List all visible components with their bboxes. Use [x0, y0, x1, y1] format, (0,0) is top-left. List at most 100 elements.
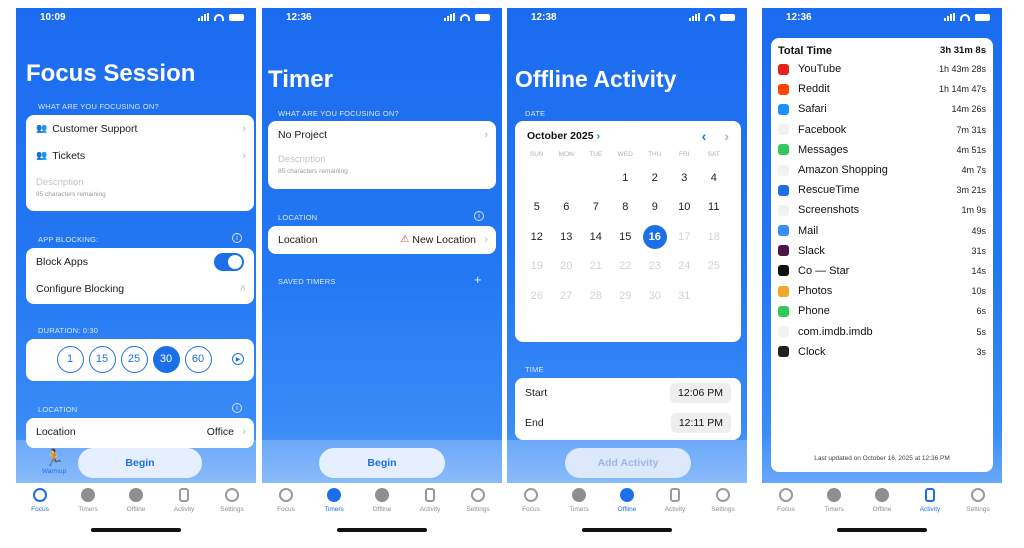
app-usage-row[interactable]: Safari 14m 26s: [771, 99, 993, 119]
app-usage-row[interactable]: Facebook 7m 31s: [771, 120, 993, 140]
prev-month-icon[interactable]: ‹: [702, 128, 707, 144]
tab-settings[interactable]: Settings: [703, 488, 743, 538]
chevron-right-icon: ›: [596, 130, 601, 142]
duration-option-selected[interactable]: 30: [152, 345, 180, 373]
next-month-icon[interactable]: ›: [724, 128, 729, 144]
month-label[interactable]: October 2025: [527, 130, 594, 142]
begin-button[interactable]: Begin: [78, 448, 202, 478]
tab-settings[interactable]: Settings: [458, 488, 498, 538]
app-icon: [778, 144, 789, 156]
calendar-day[interactable]: 8: [611, 193, 641, 223]
calendar-day[interactable]: 22: [611, 252, 641, 282]
app-usage-row[interactable]: Messages 4m 51s: [771, 140, 993, 160]
begin-button[interactable]: Begin: [319, 448, 445, 478]
tab-focus[interactable]: Focus: [266, 488, 306, 538]
calendar-day[interactable]: 20: [552, 252, 582, 282]
project-label: No Project: [278, 128, 328, 141]
timer-icon: [827, 488, 841, 502]
warmup-button[interactable]: 🏃 Warmup: [36, 448, 72, 475]
calendar-day[interactable]: 9: [640, 193, 670, 223]
tab-label: Focus: [277, 506, 295, 513]
project-row-customer-support[interactable]: 👥 Customer Support ›: [26, 115, 254, 142]
project-label: Customer Support: [52, 122, 138, 135]
tab-label: Focus: [777, 506, 795, 513]
duration-option[interactable]: 15: [88, 345, 116, 373]
calendar-day[interactable]: 17: [670, 222, 700, 252]
calendar-day[interactable]: 27: [552, 281, 582, 311]
calendar-day[interactable]: 2: [640, 163, 670, 193]
block-apps-toggle[interactable]: [214, 252, 244, 271]
app-time: 1m 9s: [961, 205, 986, 216]
project-row-tickets[interactable]: 👥 Tickets ›: [26, 142, 254, 169]
app-usage-row[interactable]: Amazon Shopping 4m 7s: [771, 160, 993, 180]
app-usage-row[interactable]: YouTube 1h 43m 28s: [771, 59, 993, 79]
calendar-grid: SUN MON TUE WED THU FRI SAT 1 2 3 4 5 6 7 8 9 10 11 12 13 14…: [515, 151, 741, 311]
info-icon[interactable]: i: [232, 233, 242, 243]
calendar-day[interactable]: 31: [670, 281, 700, 311]
calendar-day[interactable]: 1: [611, 163, 641, 193]
app-usage-row[interactable]: com.imdb.imdb 5s: [771, 321, 993, 341]
tab-focus[interactable]: Focus: [20, 488, 60, 538]
info-icon[interactable]: i: [474, 211, 484, 221]
description-input[interactable]: Description: [36, 177, 244, 188]
calendar-day[interactable]: 29: [611, 281, 641, 311]
tab-settings[interactable]: Settings: [212, 488, 252, 538]
project-row[interactable]: No Project ›: [268, 121, 496, 148]
end-time-picker[interactable]: 12:11 PM: [670, 413, 731, 433]
status-time: 10:09: [40, 12, 66, 23]
calendar-day[interactable]: 26: [522, 281, 552, 311]
calendar-day[interactable]: 3: [670, 163, 700, 193]
calendar-day[interactable]: 12: [522, 222, 552, 252]
day-number: 27: [560, 289, 573, 302]
app-usage-row[interactable]: Phone 6s: [771, 301, 993, 321]
end-label: End: [525, 417, 544, 429]
start-label: Start: [525, 387, 548, 399]
calendar-day[interactable]: 24: [670, 252, 700, 282]
duration-option[interactable]: 60: [184, 345, 212, 373]
calendar-day[interactable]: 13: [552, 222, 582, 252]
tab-focus[interactable]: Focus: [511, 488, 551, 538]
configure-blocking-row[interactable]: Configure Blocking ˄: [26, 275, 254, 302]
status-bar: 12:36: [262, 12, 502, 26]
calendar-day[interactable]: 30: [640, 281, 670, 311]
app-name: Amazon Shopping: [798, 164, 888, 177]
focus-section-label: WHAT ARE YOU FOCUSING ON?: [278, 109, 399, 118]
calendar-day[interactable]: 11: [699, 193, 729, 223]
app-usage-row[interactable]: Screenshots 1m 9s: [771, 200, 993, 220]
calendar-day[interactable]: 10: [670, 193, 700, 223]
info-icon[interactable]: i: [232, 403, 242, 413]
calendar-day[interactable]: 15: [611, 222, 641, 252]
location-row[interactable]: Location ⚠ New Location ›: [268, 226, 496, 253]
app-icon: [778, 245, 789, 257]
calendar-day[interactable]: 16: [640, 222, 670, 252]
tab-label: Focus: [522, 506, 540, 513]
duration-option[interactable]: 1: [56, 345, 84, 373]
play-icon[interactable]: ▶: [232, 353, 244, 365]
calendar-day[interactable]: 21: [581, 252, 611, 282]
description-input[interactable]: Description: [278, 154, 486, 165]
calendar-day[interactable]: 6: [552, 193, 582, 223]
calendar-day[interactable]: 28: [581, 281, 611, 311]
app-usage-row[interactable]: Reddit 1h 14m 47s: [771, 79, 993, 99]
calendar-day[interactable]: 19: [522, 252, 552, 282]
start-time-picker[interactable]: 12:06 PM: [670, 383, 731, 403]
calendar-day[interactable]: 18: [699, 222, 729, 252]
tab-settings[interactable]: Settings: [958, 488, 998, 538]
app-usage-row[interactable]: Slack 31s: [771, 241, 993, 261]
duration-option[interactable]: 25: [120, 345, 148, 373]
calendar-day[interactable]: 4: [699, 163, 729, 193]
calendar-day[interactable]: 25: [699, 252, 729, 282]
app-usage-row[interactable]: Clock 3s: [771, 342, 993, 362]
calendar-day[interactable]: 23: [640, 252, 670, 282]
app-usage-row[interactable]: Co — Star 14s: [771, 261, 993, 281]
gear-icon: [971, 488, 985, 502]
app-usage-row[interactable]: Mail 49s: [771, 221, 993, 241]
add-activity-button[interactable]: Add Activity: [565, 448, 691, 478]
app-usage-row[interactable]: Photos 10s: [771, 281, 993, 301]
tab-focus[interactable]: Focus: [766, 488, 806, 538]
add-timer-icon[interactable]: +: [474, 272, 482, 287]
app-usage-row[interactable]: RescueTime 3m 21s: [771, 180, 993, 200]
calendar-day[interactable]: 5: [522, 193, 552, 223]
calendar-day[interactable]: 14: [581, 222, 611, 252]
calendar-day[interactable]: 7: [581, 193, 611, 223]
